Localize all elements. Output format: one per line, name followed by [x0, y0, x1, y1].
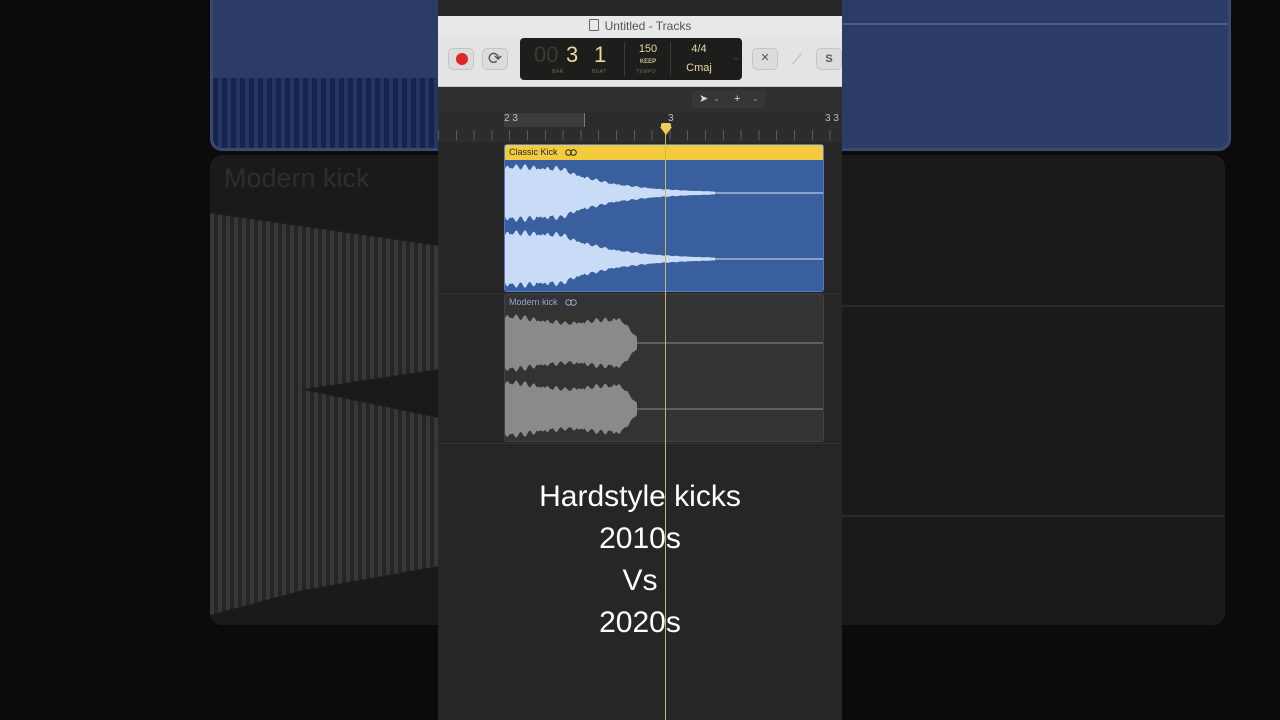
- lcd-bar-label: BAR: [552, 69, 564, 75]
- background-centerline: [843, 23, 1228, 25]
- lcd-tempo-mode: KEEP: [639, 59, 657, 65]
- lcd-separator: [670, 42, 671, 76]
- lane-separator: [438, 443, 842, 444]
- tracks-header-row: ➤ ⌄ + ⌄: [438, 87, 842, 113]
- control-bar: ⟳ 00 3 1 BAR BEAT 150 KEEP TEMPO 4/4 Cma…: [438, 36, 842, 87]
- caption-line: 2010s: [599, 522, 681, 555]
- smart-controls-button[interactable]: [752, 48, 778, 70]
- cycle-button[interactable]: ⟳: [482, 48, 508, 70]
- playhead-handle[interactable]: [660, 127, 672, 135]
- region-name: Modern kick: [509, 297, 558, 307]
- lcd-key: Cmaj: [686, 62, 712, 74]
- tuning-fork-icon: ⟋: [792, 51, 802, 67]
- lcd-separator: [624, 42, 625, 76]
- ruler-ticks: [438, 130, 842, 140]
- video-caption: Hardstyle kicks 2010s Vs 2020s: [438, 476, 842, 644]
- lcd-bar-ghost: 00: [534, 42, 559, 67]
- lcd-beat-label: BEAT: [592, 69, 607, 75]
- document-icon: [588, 19, 599, 31]
- ruler-label: 2 3: [504, 113, 518, 124]
- background-waveform: [210, 213, 440, 615]
- caption-line: 2020s: [599, 606, 681, 639]
- lcd-bar: 3: [566, 42, 579, 67]
- background-centerline: [840, 305, 1225, 307]
- background-centerline: [840, 515, 1225, 517]
- loop-icon: [565, 149, 577, 156]
- chevron-down-icon[interactable]: ⌄: [713, 90, 720, 108]
- chevron-down-icon[interactable]: ⌄: [752, 90, 759, 108]
- audio-region-classic-kick[interactable]: Classic Kick: [504, 144, 824, 292]
- lcd-tempo-label: TEMPO: [636, 69, 657, 75]
- lcd-tempo: 150: [638, 43, 658, 55]
- waveform-shape: [505, 164, 715, 222]
- chevron-down-icon[interactable]: ⌄: [732, 52, 740, 63]
- loop-icon: [565, 299, 577, 306]
- tuner-button[interactable]: ⟋: [784, 48, 810, 70]
- cycle-icon: ⟳: [487, 49, 503, 68]
- audio-region-modern-kick[interactable]: Modern kick: [504, 294, 824, 442]
- solo-button[interactable]: S: [816, 48, 842, 70]
- region-header[interactable]: Modern kick: [505, 295, 823, 310]
- region-header[interactable]: Classic Kick: [505, 145, 823, 160]
- background-waveform: [213, 78, 453, 148]
- window-titlebar: Untitled - Tracks: [438, 16, 842, 36]
- crosshair-icon[interactable]: +: [734, 90, 740, 108]
- daw-window: Untitled - Tracks ⟳ 00 3 1 BAR BEAT 150 …: [438, 0, 842, 720]
- ruler-label: 3 3: [825, 113, 839, 124]
- waveform-shape: [505, 380, 637, 438]
- tool-selector[interactable]: ➤ ⌄ + ⌄: [692, 90, 766, 108]
- lcd-beat: 1: [594, 42, 607, 67]
- waveform-shape: [505, 230, 715, 288]
- lcd-display[interactable]: 00 3 1 BAR BEAT 150 KEEP TEMPO 4/4 Cmaj: [520, 38, 742, 80]
- waveform-shape: [505, 314, 637, 372]
- background-region-title: Modern kick: [224, 163, 370, 193]
- region-name: Classic Kick: [509, 147, 558, 157]
- pointer-icon[interactable]: ➤: [699, 90, 708, 108]
- caption-line: Hardstyle kicks: [539, 480, 741, 513]
- lcd-time-signature: 4/4: [691, 43, 707, 55]
- solo-s-icon: S: [825, 53, 833, 65]
- caption-line: Vs: [622, 564, 658, 597]
- timeline-ruler[interactable]: 2 3 3 3 3: [438, 113, 842, 144]
- window-title: Untitled - Tracks: [604, 19, 692, 33]
- record-button[interactable]: [448, 48, 474, 70]
